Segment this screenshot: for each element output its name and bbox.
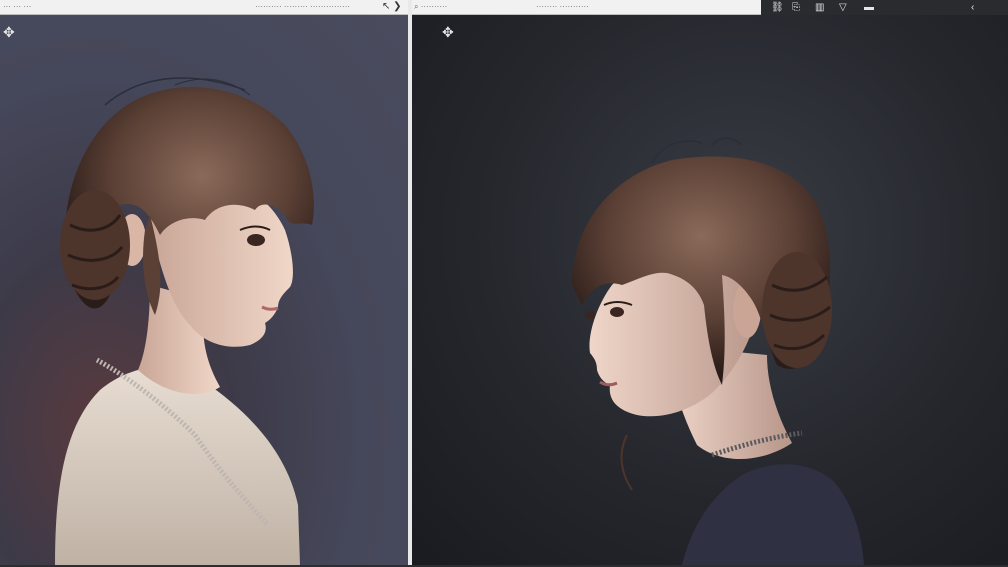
toolbar-minimize-icon[interactable]: ▬ xyxy=(864,1,874,14)
toolbar-link-icon[interactable]: ⛓ xyxy=(771,1,784,14)
right-titlebar-label: ⌕ ·········· xyxy=(414,2,448,11)
left-titlebar-corner-icon[interactable]: ↖ ❯ xyxy=(382,1,402,13)
left-titlebar-label: ··· ··· ··· xyxy=(3,2,32,11)
right-titlebar-path: ········ ··········· xyxy=(536,2,589,11)
left-portrait-image xyxy=(55,77,314,565)
toolbar-copy-icon[interactable]: ⎘ xyxy=(792,1,800,14)
left-titlebar-path: ·········· ········· ··············· xyxy=(255,2,351,11)
image-toolbar: ⛓ ⎘ ▥ ▽ ▬ ‹ xyxy=(761,0,1008,15)
right-image-panel: ✥ xyxy=(412,15,1008,565)
right-portrait-image xyxy=(572,137,864,565)
toolbar-filter-icon[interactable]: ▽ xyxy=(839,1,847,14)
right-window-titlebar: ⌕ ·········· ········ ··········· xyxy=(411,0,761,15)
toolbar-columns-icon[interactable]: ▥ xyxy=(815,1,824,14)
left-image-panel: ✥ xyxy=(0,15,408,565)
left-window-titlebar: ··· ··· ··· ·········· ········· ·······… xyxy=(0,0,408,15)
toolbar-back-icon[interactable]: ‹ xyxy=(971,1,974,14)
